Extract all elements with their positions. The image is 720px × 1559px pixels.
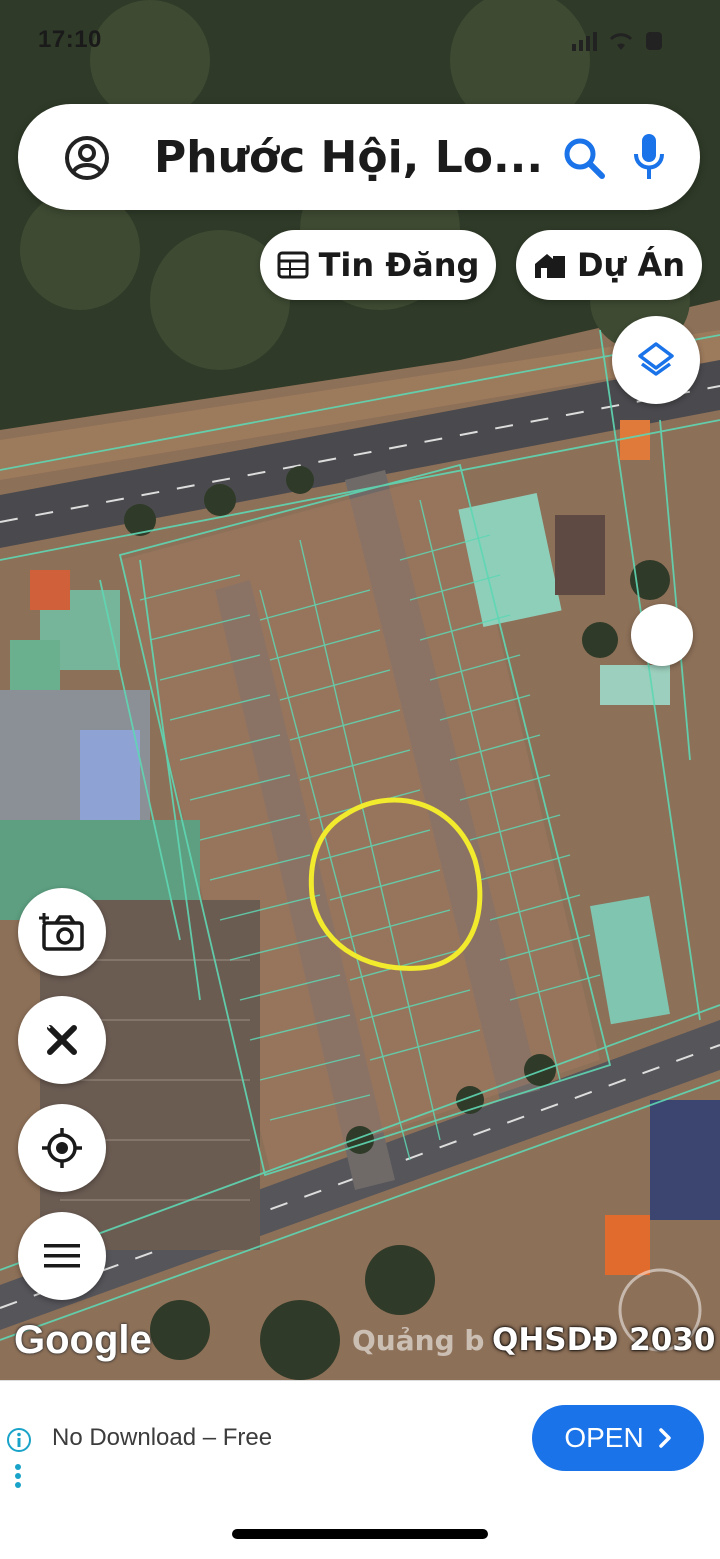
menu-icon [44, 1244, 80, 1268]
ad-banner[interactable]: No Download – Free OPEN [0, 1380, 720, 1493]
listings-chip[interactable]: Tin Đăng [260, 230, 496, 300]
slider-knob[interactable] [631, 604, 693, 666]
planning-layer-label: QHSDĐ 2030 [492, 1322, 716, 1358]
info-icon[interactable] [6, 1427, 32, 1453]
signal-icon [572, 32, 597, 51]
ad-open-label: OPEN [564, 1422, 644, 1453]
search-icon[interactable] [562, 136, 606, 180]
house-icon [534, 254, 565, 278]
chevron-right-icon [658, 1428, 671, 1448]
home-indicator[interactable] [232, 1529, 488, 1539]
google-attribution: Google [14, 1318, 152, 1362]
layers-button[interactable] [612, 316, 700, 404]
measure-button[interactable] [18, 996, 106, 1084]
calendar-table-icon [277, 251, 309, 279]
more-options-icon[interactable] [14, 1463, 22, 1489]
layers-icon [638, 342, 674, 376]
ad-text: No Download – Free [52, 1424, 273, 1451]
status-time: 17:10 [38, 26, 102, 53]
my-location-button[interactable] [18, 1104, 106, 1192]
account-icon[interactable] [64, 135, 110, 181]
search-bar[interactable]: Phước Hội, Lo... [18, 104, 700, 210]
wifi-icon [609, 33, 633, 50]
map-overlay-text: Quảng b [352, 1324, 485, 1357]
camera-add-icon [39, 913, 84, 951]
battery-icon [646, 32, 662, 50]
locate-icon [42, 1128, 82, 1168]
projects-label: Dự Án [576, 246, 686, 284]
ad-open-button[interactable]: OPEN [532, 1405, 704, 1471]
satellite-map[interactable]: 17:10 Phước Hội, Lo... Tin Đăng Dự Án Go… [0, 0, 720, 1380]
search-text[interactable]: Phước Hội, Lo... [154, 132, 543, 183]
microphone-icon[interactable] [632, 132, 666, 182]
projects-chip[interactable]: Dự Án [516, 230, 702, 300]
listings-label: Tin Đăng [318, 246, 480, 284]
add-photo-button[interactable] [18, 888, 106, 976]
status-icons [572, 30, 664, 52]
ruler-pencil-icon [45, 1023, 77, 1055]
menu-button[interactable] [18, 1212, 106, 1300]
